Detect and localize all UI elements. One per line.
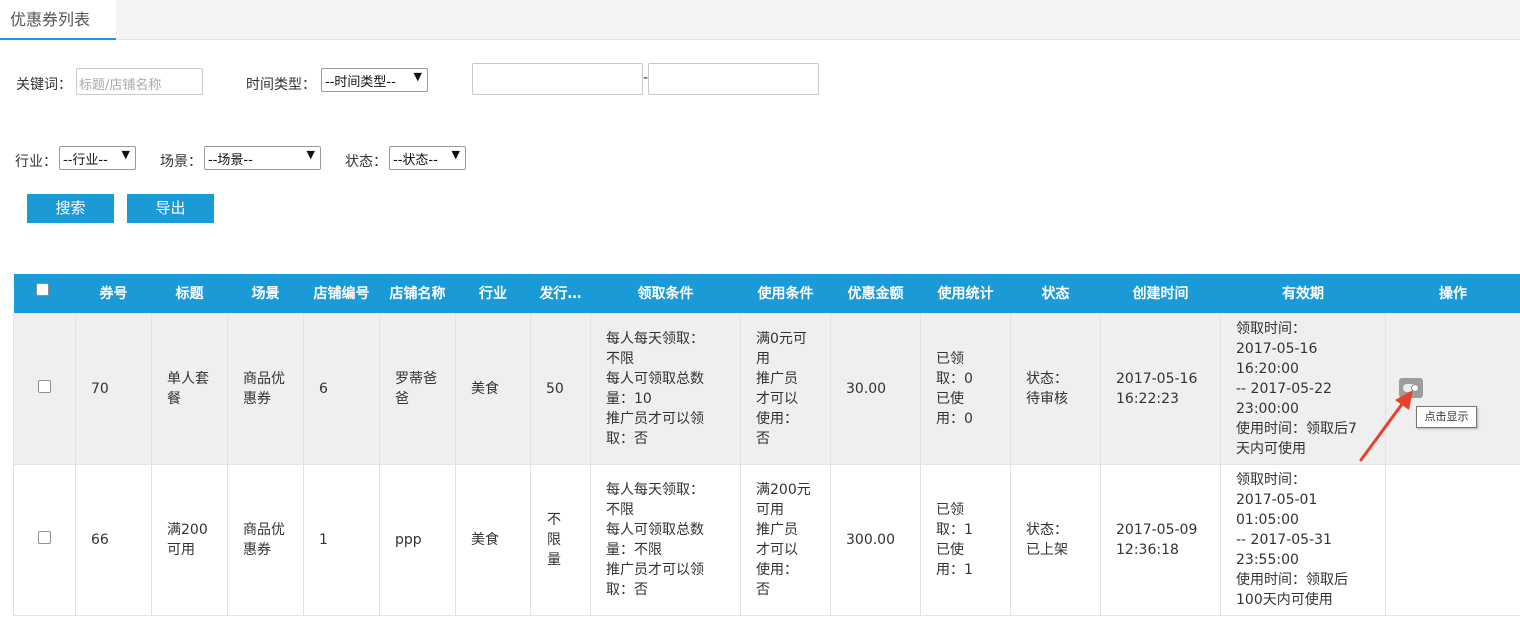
- tooltip-show: 点击显示: [1416, 406, 1477, 428]
- col-industry: 美食: [455, 463, 531, 616]
- export-button[interactable]: 导出: [127, 194, 214, 223]
- select-all-checkbox[interactable]: [36, 283, 49, 296]
- keyword-label: 关键词：: [16, 77, 72, 93]
- col-issue: 不限量: [530, 463, 591, 616]
- industry-value: --行业--: [63, 153, 108, 168]
- header-cell: 操作: [1385, 274, 1520, 313]
- keyword-input[interactable]: 标题/店铺名称: [76, 68, 203, 95]
- header-cell: 券号: [75, 274, 152, 313]
- header-cell: 标题: [151, 274, 228, 313]
- header-cell: 优惠金额: [830, 274, 921, 313]
- col-status: 状态： 待审核: [1010, 312, 1101, 465]
- caret-down-icon: ▼: [121, 148, 130, 161]
- caret-down-icon: ▼: [413, 70, 422, 83]
- time-type-label: 时间类型：: [246, 77, 316, 93]
- industry-label: 行业：: [15, 154, 57, 170]
- col-title: 满200 可用: [151, 463, 228, 616]
- col-stats: 已领 取：0 已使 用：0: [920, 312, 1011, 465]
- col-status: 状态： 已上架: [1010, 463, 1101, 616]
- start-date-input[interactable]: [472, 63, 643, 95]
- header-cell: 创建时间: [1100, 274, 1221, 313]
- industry-select[interactable]: --行业-- ▼: [59, 146, 136, 170]
- row-select-cell: [13, 463, 76, 616]
- annotation-arrow-icon: [1359, 390, 1413, 462]
- time-type-select[interactable]: --时间类型-- ▼: [321, 68, 428, 92]
- col-industry: 美食: [455, 312, 531, 465]
- col-amount: 30.00: [830, 312, 921, 465]
- scene-value: --场景--: [208, 153, 253, 168]
- col-scene: 商品优 惠券: [227, 312, 304, 465]
- table-row: 66 满200 可用 商品优 惠券 1 ppp 美食不限量每人每天领取： 不限 每人可领取总数 量：…: [13, 463, 1520, 616]
- header-cell: 店铺编号: [303, 274, 380, 313]
- col-validity: 领取时间： 2017-05-01 01:05:00 -- 2017-05-31 23:…: [1220, 463, 1386, 616]
- col-stats: 已领 取：1 已使 用：1: [920, 463, 1011, 616]
- row-select-cell: [13, 312, 76, 465]
- tab-bar: 优惠券列表: [0, 0, 1520, 40]
- header-cell: 发行…: [530, 274, 591, 313]
- tab-coupon-list[interactable]: 优惠券列表: [0, 0, 116, 40]
- table-header-row: 券号 标题 场景 店铺编号 店铺名称 行业 发行… 领取条件 使用条件 优惠金额…: [13, 274, 1520, 313]
- header-cell: 状态: [1010, 274, 1101, 313]
- header-cell: 有效期: [1220, 274, 1386, 313]
- header-cell: 行业: [455, 274, 531, 313]
- header-cell: 场景: [227, 274, 304, 313]
- col-shop-name: ppp: [379, 463, 456, 616]
- col-shop-name: 罗蒂爸爸: [379, 312, 456, 465]
- status-select[interactable]: --状态-- ▼: [389, 146, 466, 170]
- header-cell: 领取条件: [590, 274, 741, 313]
- col-actions: [1385, 463, 1520, 616]
- status-value: --状态--: [393, 153, 438, 168]
- col-scene: 商品优 惠券: [227, 463, 304, 616]
- caret-down-icon: ▼: [451, 148, 460, 161]
- scene-select[interactable]: --场景-- ▼: [204, 146, 321, 170]
- table-row: 70 单人套餐商品优 惠券 6 罗蒂爸爸美食 50 每人每天领取： 不限 每人可领取总数 量：10…: [13, 312, 1520, 465]
- status-label: 状态：: [345, 154, 387, 170]
- col-shop-no: 1: [303, 463, 380, 616]
- col-id: 70: [75, 312, 152, 465]
- col-created: 2017-05-09 12:36:18: [1100, 463, 1221, 616]
- header-cell: 店铺名称: [379, 274, 456, 313]
- search-button[interactable]: 搜索: [27, 194, 114, 223]
- end-date-input[interactable]: [648, 63, 819, 95]
- col-receive-cond: 每人每天领取： 不限 每人可领取总数 量：不限 推广员才可以领 取：否: [590, 463, 741, 616]
- col-shop-no: 6: [303, 312, 380, 465]
- col-use-cond: 满200元 可用 推广员 才可以 使用：否: [740, 463, 831, 616]
- col-amount: 300.00: [830, 463, 921, 616]
- header-cell: 使用统计: [920, 274, 1011, 313]
- col-receive-cond: 每人每天领取： 不限 每人可领取总数 量：10 推广员才可以领 取：否: [590, 312, 741, 465]
- coupon-table: 券号 标题 场景 店铺编号 店铺名称 行业 发行… 领取条件 使用条件 优惠金额…: [13, 274, 1520, 616]
- col-created: 2017-05-16 16:22:23: [1100, 312, 1221, 465]
- scene-label: 场景：: [160, 154, 202, 170]
- col-use-cond: 满0元可用推广员 才可以 使用：否: [740, 312, 831, 465]
- col-id: 66: [75, 463, 152, 616]
- col-title: 单人套餐: [151, 312, 228, 465]
- row-checkbox[interactable]: [38, 530, 51, 544]
- caret-down-icon: ▼: [306, 148, 315, 161]
- time-type-value: --时间类型--: [325, 75, 396, 90]
- col-issue: 50: [530, 312, 591, 465]
- header-cell: 使用条件: [740, 274, 831, 313]
- row-checkbox[interactable]: [38, 379, 51, 393]
